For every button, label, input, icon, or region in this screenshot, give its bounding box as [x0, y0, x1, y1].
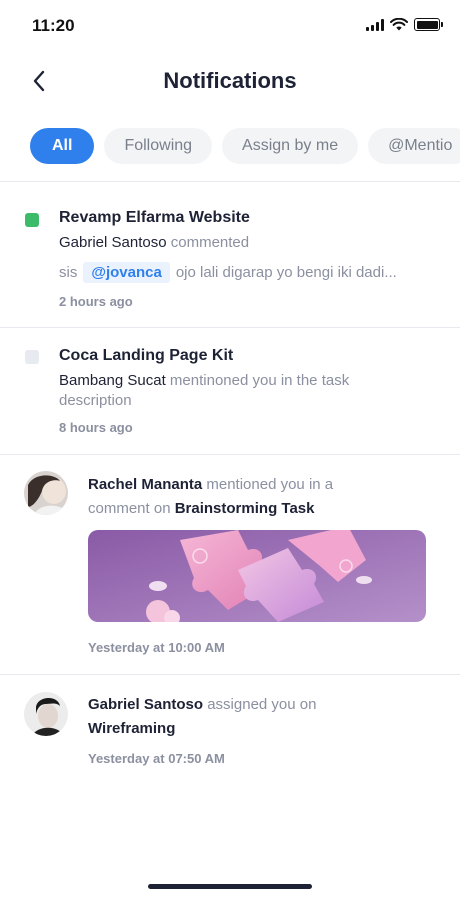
notification-item[interactable]: Rachel Mananta mentioned you in a commen…	[0, 455, 460, 674]
action-text: mentioned you in a	[206, 476, 334, 493]
notification-title: Coca Landing Page Kit	[59, 347, 234, 364]
tab-all[interactable]: All	[30, 128, 95, 164]
notification-title: Revamp Elfarma Website	[59, 209, 250, 226]
tab-assign-by-me[interactable]: Assign by me	[222, 128, 359, 164]
notification-text-line2: description	[59, 392, 132, 409]
notification-time: Yesterday at 07:50 AM	[88, 751, 225, 766]
action-text: mentinoned you in the task	[169, 372, 350, 389]
wifi-icon	[390, 18, 408, 31]
avatar	[24, 692, 68, 736]
actor-name: Gabriel Santoso	[59, 234, 167, 251]
status-icons	[366, 18, 443, 31]
notification-time: 2 hours ago	[59, 294, 133, 309]
action-text: commented	[170, 234, 250, 251]
mention-tag[interactable]: @jovanca	[83, 262, 170, 283]
notification-text-line2: comment on Brainstorming Task	[88, 500, 314, 517]
notification-item[interactable]: Coca Landing Page Kit Bambang Sucat ment…	[0, 328, 460, 454]
task-link[interactable]: Wireframing	[88, 720, 175, 737]
status-time: 11:20	[32, 16, 75, 35]
comment-suffix: ojo lali digarap yo bengi iki dadi...	[175, 264, 397, 281]
actor-name: Bambang Sucat	[59, 372, 166, 389]
action-text: assigned you on	[207, 696, 317, 713]
status-bar: 11:20	[0, 0, 460, 52]
comment-preview: sis @jovanca ojo lali digarap yo bengi iki…	[59, 262, 397, 283]
page-title: Notifications	[163, 68, 297, 93]
task-link[interactable]: Brainstorming Task	[175, 500, 315, 517]
notification-time: Yesterday at 10:00 AM	[88, 640, 225, 655]
notification-text: Bambang Sucat mentinoned you in the task	[59, 372, 349, 389]
notification-text: Gabriel Santoso assigned you on	[88, 696, 316, 713]
home-indicator	[148, 884, 312, 889]
notification-text-line2: Wireframing	[88, 720, 175, 737]
notification-time: 8 hours ago	[59, 420, 133, 435]
comment-prefix: sis	[59, 264, 78, 281]
action-text: comment on	[88, 500, 171, 517]
avatar	[24, 471, 68, 515]
attachment-image[interactable]	[88, 530, 426, 622]
actor-name: Gabriel Santoso	[88, 696, 204, 713]
read-indicator	[25, 350, 39, 364]
notification-item[interactable]: Revamp Elfarma Website Gabriel Santoso c…	[0, 182, 460, 327]
battery-icon	[414, 18, 443, 31]
tab-mentions[interactable]: @Mentio	[368, 128, 460, 164]
actor-name: Rachel Mananta	[88, 476, 203, 493]
unread-indicator	[25, 213, 39, 227]
filter-tabs: All Following Assign by me @Mentio	[30, 128, 460, 164]
header: Notifications	[0, 56, 460, 106]
notification-item[interactable]: Gabriel Santoso assigned you on Wirefram…	[0, 675, 460, 785]
notification-text: Rachel Mananta mentioned you in a	[88, 476, 333, 493]
tab-following[interactable]: Following	[104, 128, 213, 164]
cellular-signal-icon	[366, 18, 384, 31]
notification-text: Gabriel Santoso commented	[59, 234, 249, 251]
